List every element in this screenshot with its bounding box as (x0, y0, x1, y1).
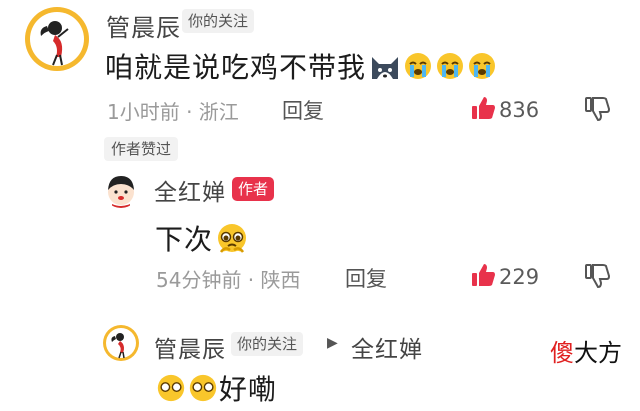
reply-text-content: 好嘞 (219, 373, 278, 406)
dislike-button[interactable] (584, 96, 611, 126)
reply-to-username[interactable]: 全红婵 (351, 330, 423, 364)
reply-username[interactable]: 管晨辰 (154, 330, 226, 364)
author-liked-tag: 作者赞过 (104, 137, 179, 161)
husky-emoji-icon (368, 51, 402, 88)
follow-tag: 你的关注 (182, 9, 255, 33)
thumbs-down-outline-icon (584, 96, 611, 126)
watermark-part2: 大方 (574, 339, 622, 367)
crying-emoji-icon (466, 51, 498, 88)
crying-emoji-icon (434, 51, 466, 88)
comment-text-content: 咱就是说吃鸡不带我 (105, 51, 367, 84)
like-count: 229 (499, 265, 540, 289)
like-button[interactable]: 836 (470, 95, 539, 125)
author-badge: 作者 (232, 177, 275, 201)
comment-username[interactable]: 管晨辰 (106, 8, 181, 43)
thumbs-down-outline-icon (584, 263, 611, 293)
thumbs-up-filled-icon (470, 262, 496, 292)
reply-text-content: 下次 (155, 223, 214, 256)
comment-time-location: 1小时前 · 浙江 (107, 100, 239, 124)
reply-text: 好嘞 (155, 368, 277, 411)
pleading-emoji-icon (215, 222, 249, 261)
thumbs-up-filled-icon (470, 95, 496, 125)
pleading-emoji-icon (155, 372, 187, 411)
watermark-part1: 傻 (550, 339, 574, 367)
avatar-quanhongchan[interactable] (103, 172, 139, 208)
reply-arrow-icon: ▶ (327, 335, 338, 351)
avatar-guanchenchen[interactable] (103, 325, 139, 361)
pleading-emoji-icon (187, 372, 219, 411)
comment-text: 咱就是说吃鸡不带我 (105, 46, 498, 88)
reply-button[interactable]: 回复 (282, 95, 324, 125)
crying-emoji-icon (402, 51, 434, 88)
watermark: 傻大方 (550, 333, 622, 368)
reply-username[interactable]: 全红婵 (154, 173, 226, 207)
reply-time-location: 54分钟前 · 陕西 (156, 268, 301, 292)
avatar-guanchenchen[interactable] (25, 7, 89, 71)
like-button[interactable]: 229 (470, 262, 539, 292)
reply-button[interactable]: 回复 (345, 263, 387, 293)
dislike-button[interactable] (584, 263, 611, 293)
reply-text: 下次 (155, 218, 249, 261)
follow-tag: 你的关注 (231, 332, 304, 356)
like-count: 836 (499, 98, 540, 122)
